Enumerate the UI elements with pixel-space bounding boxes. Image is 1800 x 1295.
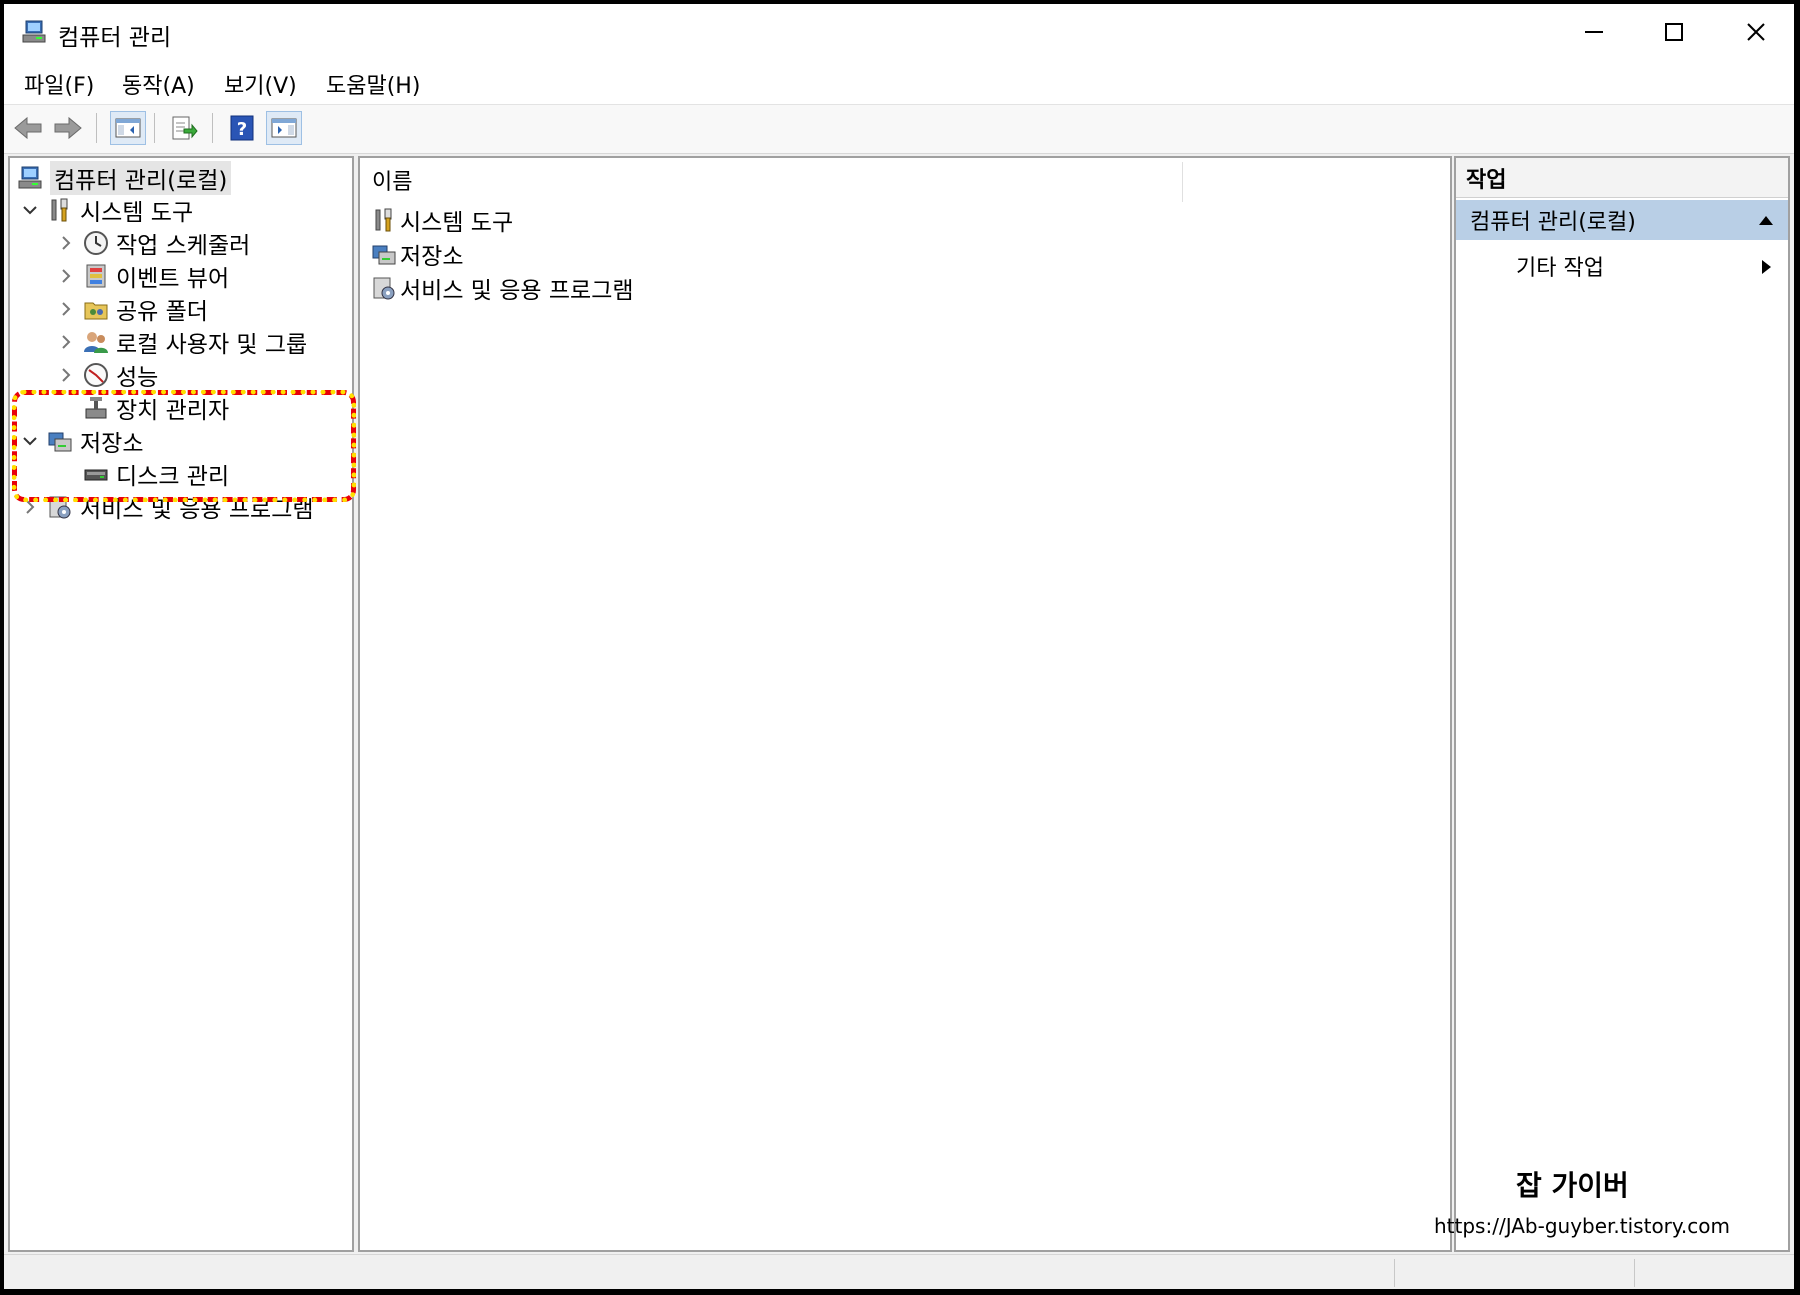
list-item[interactable]: 서비스 및 응용 프로그램: [370, 272, 634, 304]
chevron-right-icon[interactable]: [58, 301, 74, 317]
chevron-right-icon[interactable]: [58, 334, 74, 350]
chevron-right-icon[interactable]: [58, 367, 74, 383]
menu-help[interactable]: 도움말(H): [326, 68, 420, 100]
actions-item-label: 기타 작업: [1516, 256, 1604, 281]
tree-item-shared-folders[interactable]: 공유 폴더: [58, 294, 208, 325]
tree-item-root[interactable]: 컴퓨터 관리(로컬): [16, 161, 232, 195]
toolbar: ?: [4, 104, 1794, 154]
show-hide-action-pane-icon: [271, 118, 297, 138]
watermark-title: 잡 가이버: [1516, 1169, 1629, 1202]
status-bar: [4, 1254, 1794, 1289]
close-icon: [1747, 22, 1765, 41]
tree-label: 이벤트 뷰어: [116, 266, 230, 292]
maximize-icon: [1665, 22, 1683, 41]
collapse-up-icon[interactable]: [1758, 214, 1774, 226]
menu-action[interactable]: 동작(A): [122, 68, 195, 100]
system-tools-icon: [51, 198, 68, 222]
title-bar: 컴퓨터 관리: [4, 4, 1794, 59]
actions-pane: 작업 컴퓨터 관리(로컬) 기타 작업: [1454, 156, 1790, 1252]
system-tools-icon: [375, 208, 392, 232]
maximize-button[interactable]: [1634, 4, 1714, 59]
tree-label: 로컬 사용자 및 그룹: [116, 332, 308, 358]
tree-item-system-tools[interactable]: 시스템 도구: [22, 195, 194, 226]
back-button[interactable]: [10, 111, 46, 145]
minimize-icon: [1585, 30, 1603, 33]
export-list-icon: [172, 116, 198, 140]
menu-view[interactable]: 보기(V): [224, 68, 297, 100]
list-item-label: 서비스 및 응용 프로그램: [400, 278, 634, 304]
users-icon: [84, 332, 108, 353]
export-list-button[interactable]: [166, 111, 202, 145]
tree-item-local-users[interactable]: 로컬 사용자 및 그룹: [58, 327, 308, 358]
column-header-label: 이름: [372, 170, 413, 195]
tree-label: 공유 폴더: [116, 299, 208, 325]
close-button[interactable]: [1716, 4, 1794, 59]
svg-text:?: ?: [237, 119, 247, 140]
list-item[interactable]: 저장소: [370, 238, 463, 270]
forward-button[interactable]: [50, 111, 86, 145]
help-button[interactable]: ?: [224, 111, 260, 145]
computer-management-icon: [22, 20, 46, 43]
tree-item-task-scheduler[interactable]: 작업 스케줄러: [58, 228, 251, 259]
actions-header-label: 작업: [1466, 167, 1507, 193]
list-pane: 이름 시스템 도구 저장소 서비스 및 응용 프로그램: [358, 156, 1452, 1252]
annotation-highlight-box: [12, 390, 356, 502]
tree-label: 성능: [116, 365, 159, 391]
column-header-name[interactable]: 이름: [372, 158, 412, 202]
actions-section-label: 컴퓨터 관리(로컬): [1470, 210, 1636, 235]
show-hide-tree-icon: [115, 118, 141, 138]
show-hide-tree-button[interactable]: [110, 111, 146, 145]
tree-root-label: 컴퓨터 관리(로컬): [50, 161, 232, 195]
list-item-label: 저장소: [400, 244, 464, 270]
menu-bar: 파일(F) 동작(A) 보기(V) 도움말(H): [4, 62, 1794, 102]
clock-icon: [84, 231, 108, 255]
tree-item-performance[interactable]: 성능: [58, 360, 159, 391]
window-title: 컴퓨터 관리: [58, 25, 172, 51]
back-icon: [14, 116, 42, 140]
actions-section-computer-management[interactable]: 컴퓨터 관리(로컬): [1456, 200, 1788, 240]
show-hide-action-pane-button[interactable]: [266, 111, 302, 145]
tree-label: 시스템 도구: [80, 200, 194, 226]
list-item[interactable]: 시스템 도구: [370, 204, 513, 236]
services-icon: [373, 277, 395, 300]
chevron-down-icon[interactable]: [22, 202, 38, 218]
computer-management-icon: [18, 166, 42, 189]
watermark-url: https://JAb-guyber.tistory.com: [1434, 1214, 1730, 1238]
chevron-right-icon[interactable]: [58, 268, 74, 284]
shared-folder-icon: [84, 302, 108, 320]
forward-icon: [54, 116, 82, 140]
tree-item-event-viewer[interactable]: 이벤트 뷰어: [58, 261, 230, 292]
event-viewer-icon: [86, 264, 106, 288]
actions-item-more[interactable]: 기타 작업: [1456, 246, 1788, 286]
chevron-right-icon[interactable]: [58, 235, 74, 251]
tree-label: 작업 스케줄러: [116, 233, 251, 259]
storage-icon: [372, 245, 396, 265]
list-item-label: 시스템 도구: [400, 210, 514, 236]
menu-file[interactable]: 파일(F): [24, 68, 94, 100]
help-icon: ?: [230, 115, 254, 141]
actions-header: 작업: [1456, 158, 1788, 198]
computer-management-window: 컴퓨터 관리 파일(F) 동작(A) 보기(V) 도움말(H) ? 컴퓨터 관리…: [4, 4, 1794, 1289]
submenu-arrow-icon: [1762, 260, 1771, 274]
performance-icon: [84, 363, 108, 387]
tree-pane: 컴퓨터 관리(로컬) 시스템 도구 작업 스케줄러 이벤트 뷰어 공유 폴더 로…: [8, 156, 354, 1252]
minimize-button[interactable]: [1554, 4, 1634, 59]
